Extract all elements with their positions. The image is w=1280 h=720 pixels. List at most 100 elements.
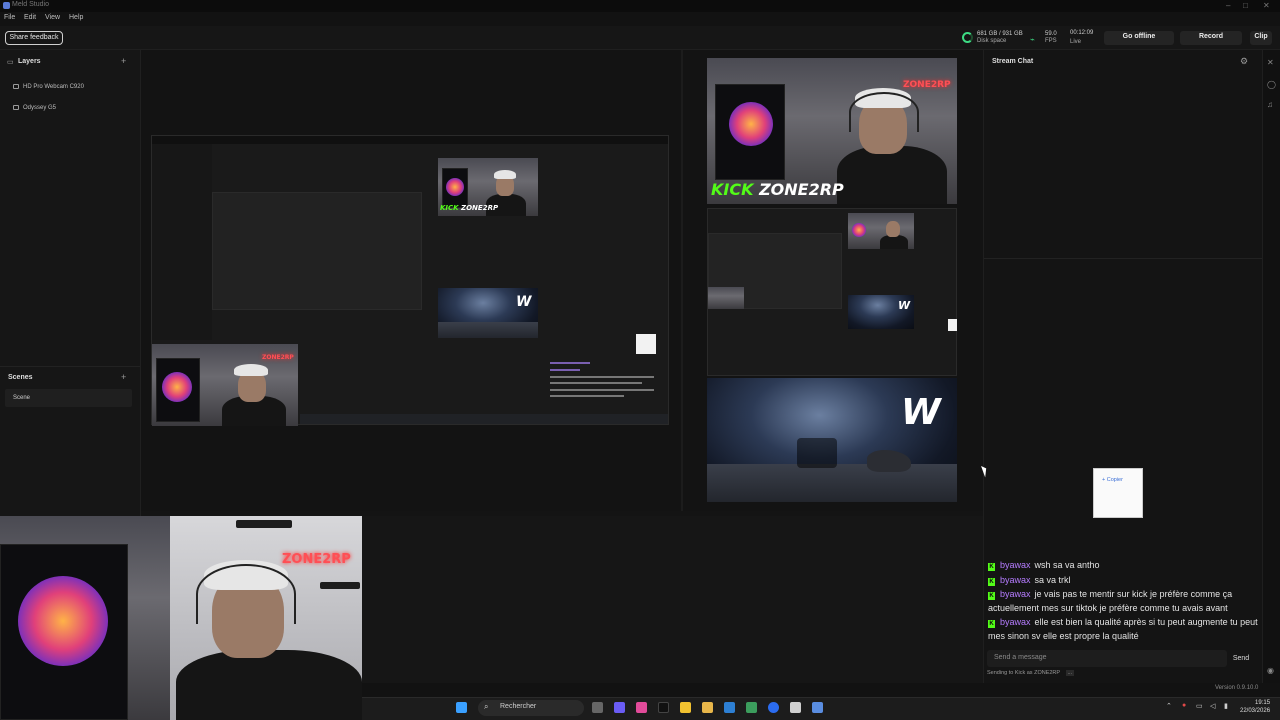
right-rail: ✕ ◯ ♫ ◉ [1262, 50, 1280, 683]
sending-note-text: Sending to Kick as ZONE2RP [987, 670, 1060, 676]
chat-message-input[interactable]: Send a message [987, 650, 1227, 667]
live-label: Live [1070, 39, 1082, 45]
chat-username[interactable]: byawax [1000, 589, 1031, 599]
chat-message: Kbyawax elle est bien la qualité après si… [988, 616, 1258, 643]
file-explorer-icon[interactable] [702, 702, 713, 713]
tiktok-icon[interactable] [658, 702, 669, 713]
menu-bar: File Edit View Help [0, 12, 1280, 26]
zone2rp-label: ZONE2RP [759, 180, 844, 199]
rail-close-icon[interactable]: ✕ [1267, 58, 1274, 67]
nested-webcam-thumb: KICK ZONE2RP [438, 158, 538, 216]
app-icon-b[interactable] [746, 702, 757, 713]
chat-settings-icon[interactable]: ⚙ [1240, 56, 1248, 67]
taskbar-search-label: Rechercher [500, 703, 537, 710]
tray-wifi-icon[interactable]: ▭ [1196, 702, 1203, 710]
meld-studio-taskbar-icon[interactable] [812, 702, 823, 713]
neon-sign: ZONE2RP [903, 80, 951, 90]
nested-screen-capture: KICK ZONE2RP W ZONE2RP [151, 135, 669, 426]
app-icon-d[interactable] [790, 702, 801, 713]
layers-title: Layers [18, 58, 41, 65]
nested-copy-popup [636, 334, 656, 354]
clock-time: 19:15 [1255, 700, 1271, 706]
tray-mic-icon[interactable]: ● [1182, 702, 1186, 709]
layer-label: HD Pro Webcam C920 [23, 84, 84, 91]
layers-panel: ▭ Layers + HD Pro Webcam C920 Odyssey G5… [0, 50, 141, 516]
panel-divider [0, 366, 140, 367]
share-feedback-button[interactable]: Share feedback [5, 31, 63, 45]
copy-label[interactable]: + Copier [1102, 477, 1123, 483]
sending-note: Sending to Kick as ZONE2RP ... [987, 670, 1075, 676]
chat-username[interactable]: byawax [1000, 560, 1031, 570]
preview-galaxy-scene: W [707, 378, 957, 502]
add-layer-icon[interactable]: + [121, 56, 126, 66]
output-preview: ZONE2RP KICK ZONE2RP W W [683, 50, 983, 511]
menu-file[interactable]: File [4, 14, 15, 21]
copy-popup[interactable]: + Copier [1093, 468, 1143, 518]
send-button[interactable]: Send [1227, 650, 1255, 667]
chat-divider [984, 258, 1262, 259]
scenes-title: Scenes [8, 374, 33, 381]
kick-label: KICK [711, 180, 754, 199]
fps-label: FPS [1045, 38, 1057, 44]
add-scene-icon[interactable]: + [121, 372, 126, 382]
kick-badge-icon: K [988, 578, 995, 586]
disk-space-label: Disk space [977, 38, 1007, 44]
kick-badge-icon: K [988, 563, 995, 571]
task-view-icon[interactable] [592, 702, 603, 713]
windows-start-icon[interactable] [456, 702, 467, 713]
clock-date: 22/03/2026 [1240, 708, 1271, 714]
nested-galaxy-thumb: W [438, 288, 538, 338]
menu-edit[interactable]: Edit [24, 14, 36, 21]
scene-item[interactable]: Scene [5, 389, 132, 407]
app-icon-a[interactable] [636, 702, 647, 713]
webcam-overlay: ZONE2RP [0, 516, 362, 720]
menu-view[interactable]: View [45, 14, 60, 21]
nested-titlebar [152, 136, 668, 144]
chat-message: Kbyawax sa va trkl [988, 574, 1258, 588]
go-offline-button[interactable]: Go offline [1104, 31, 1174, 45]
minimize-icon[interactable]: – [1226, 1, 1230, 10]
status-bar [362, 683, 1280, 697]
record-button[interactable]: Record [1180, 31, 1242, 45]
app-logo-icon [3, 2, 10, 9]
toolbar: Share feedback 681 GB / 931 GB Disk spac… [0, 26, 1280, 50]
disk-usage-ring-icon [962, 32, 973, 43]
tray-battery-icon[interactable]: ▮ [1224, 702, 1228, 710]
layer-item-monitor[interactable]: Odyssey G5 [13, 105, 56, 111]
chat-text: wsh sa va antho [1034, 560, 1100, 570]
app-icon-c[interactable] [768, 702, 779, 713]
more-options-button[interactable]: ... [1065, 670, 1075, 676]
layers-icon: ▭ [7, 59, 14, 66]
clip-button[interactable]: Clip [1250, 31, 1272, 45]
fps-graph-icon: ⌁ [1030, 35, 1035, 44]
chat-message: Kbyawax wsh sa va antho [988, 559, 1258, 573]
rail-user-icon[interactable]: ◉ [1267, 666, 1274, 675]
search-icon: ⌕ [484, 702, 489, 711]
nested-taskbar [300, 414, 668, 424]
close-icon[interactable]: ✕ [1263, 1, 1270, 10]
nested-canvas [212, 192, 422, 310]
maximize-icon[interactable]: □ [1243, 1, 1248, 10]
version-label: Version 0.9.10.0 [1215, 685, 1259, 691]
chat-username[interactable]: byawax [1000, 575, 1031, 585]
discord-icon[interactable] [614, 702, 625, 713]
rail-mic-icon[interactable]: ♫ [1267, 100, 1273, 109]
webcam-neon-sign: ZONE2RP [282, 552, 351, 567]
monitor-icon [13, 105, 19, 110]
window-title-bar: Meld Studio – □ ✕ [0, 0, 1280, 12]
nested-sidebar [152, 144, 212, 340]
window-title: Meld Studio [12, 1, 49, 8]
kick-badge-icon: K [988, 592, 995, 600]
chat-message: Kbyawax je vais pas te mentir sur kick je… [988, 588, 1258, 615]
vscode-icon[interactable] [724, 702, 735, 713]
taskbar-clock[interactable]: 19:15 22/03/2026 [1240, 699, 1270, 715]
tray-chevron-icon[interactable]: ⌃ [1166, 702, 1172, 710]
taskbar-search[interactable]: ⌕ Rechercher [478, 700, 584, 716]
tray-volume-icon[interactable]: ◁ [1210, 702, 1215, 710]
menu-help[interactable]: Help [69, 14, 83, 21]
layer-item-webcam[interactable]: HD Pro Webcam C920 [13, 84, 84, 90]
chat-username[interactable]: byawax [1000, 617, 1031, 627]
studio-canvas[interactable]: KICK ZONE2RP W ZONE2RP [141, 50, 681, 511]
rail-chat-icon[interactable]: ◯ [1267, 80, 1276, 89]
chrome-icon[interactable] [680, 702, 691, 713]
